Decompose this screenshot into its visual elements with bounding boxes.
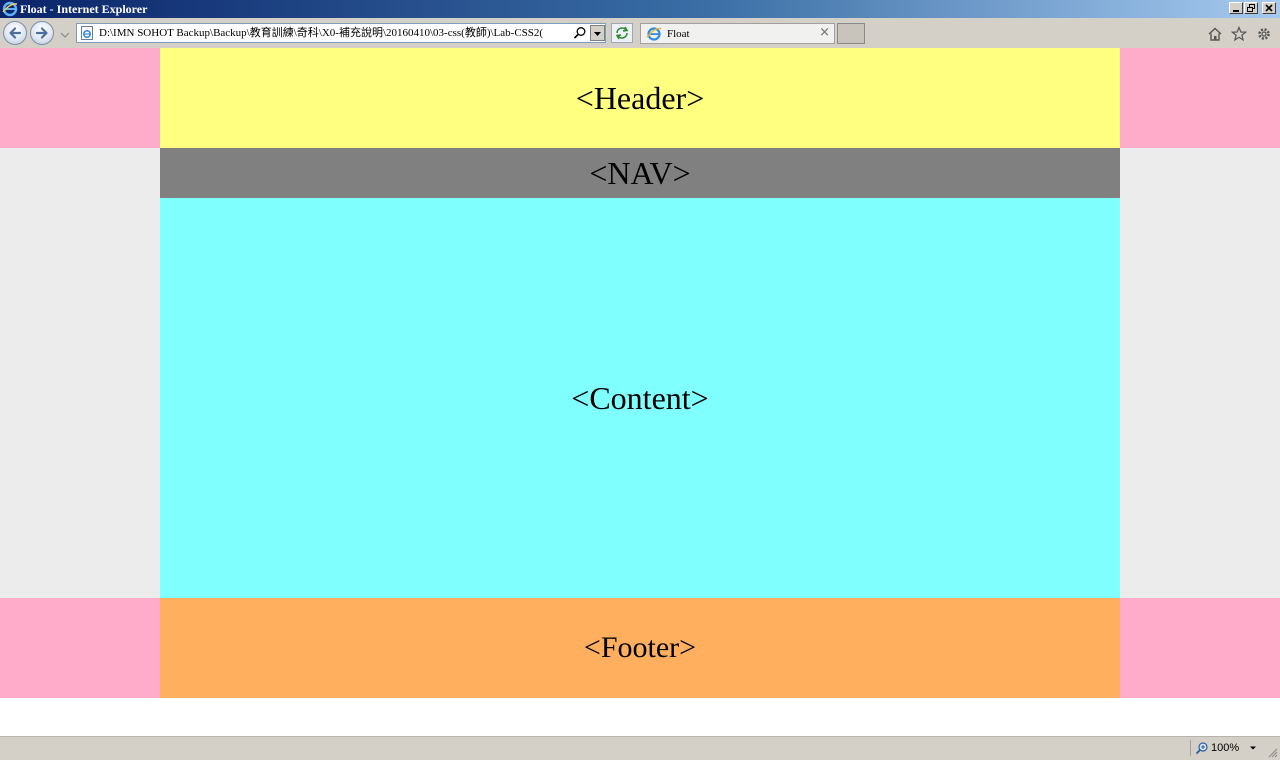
ie-tab-icon xyxy=(646,27,662,41)
zoom-control[interactable]: 100% xyxy=(1190,740,1264,756)
footer-label: <Footer> xyxy=(583,631,697,664)
forward-button[interactable] xyxy=(30,21,54,45)
minimize-button[interactable] xyxy=(1229,2,1243,14)
settings-gear-icon[interactable] xyxy=(1256,26,1272,42)
home-icon[interactable] xyxy=(1207,26,1223,42)
favorites-star-icon[interactable] xyxy=(1231,26,1247,42)
restore-icon xyxy=(1247,4,1255,12)
refresh-button[interactable] xyxy=(611,23,633,43)
chevron-down-icon xyxy=(594,32,601,36)
page-nav: <NAV> xyxy=(160,148,1120,198)
restore-button[interactable] xyxy=(1244,2,1258,14)
title-bar: Float - Internet Explorer xyxy=(0,0,1280,18)
content-label: <Content> xyxy=(571,379,709,416)
close-icon xyxy=(1265,4,1273,12)
status-bar: 100% xyxy=(0,736,1280,760)
ie-logo-icon xyxy=(2,1,18,17)
address-url[interactable]: D:\IMN SOHOT Backup\Backup\教育訓練\奇科\X0-補充… xyxy=(99,26,569,40)
page-content: <Content> xyxy=(160,198,1120,598)
search-icon[interactable] xyxy=(573,26,587,40)
forward-arrow-icon xyxy=(35,27,48,39)
refresh-icon xyxy=(615,26,629,40)
zoom-magnifier-icon xyxy=(1195,742,1208,755)
resize-grip-icon[interactable] xyxy=(1266,746,1278,758)
new-tab-button[interactable] xyxy=(837,23,865,44)
address-bar[interactable]: D:\IMN SOHOT Backup\Backup\教育訓練\奇科\X0-補充… xyxy=(76,23,606,43)
page-header: <Header> xyxy=(160,48,1120,148)
page-footer: <Footer> xyxy=(160,598,1120,698)
page-viewport: <Header> <NAV> <Content> <Footer> xyxy=(0,48,1280,736)
page-icon xyxy=(81,26,93,40)
back-button[interactable] xyxy=(3,21,27,45)
tab-float[interactable]: Float × xyxy=(640,23,835,44)
header-label: <Header> xyxy=(575,79,705,116)
close-window-button[interactable] xyxy=(1262,2,1276,14)
tab-close-button[interactable]: × xyxy=(819,26,830,40)
address-dropdown-button[interactable] xyxy=(590,25,605,41)
window-title: Float - Internet Explorer xyxy=(20,2,148,16)
zoom-dropdown-icon[interactable] xyxy=(1249,744,1257,752)
history-dropdown-icon[interactable] xyxy=(60,31,70,39)
back-arrow-icon xyxy=(9,27,22,39)
nav-label: <NAV> xyxy=(589,154,691,191)
zoom-level: 100% xyxy=(1211,742,1240,754)
tab-title: Float xyxy=(667,28,690,40)
minimize-icon xyxy=(1233,10,1239,12)
